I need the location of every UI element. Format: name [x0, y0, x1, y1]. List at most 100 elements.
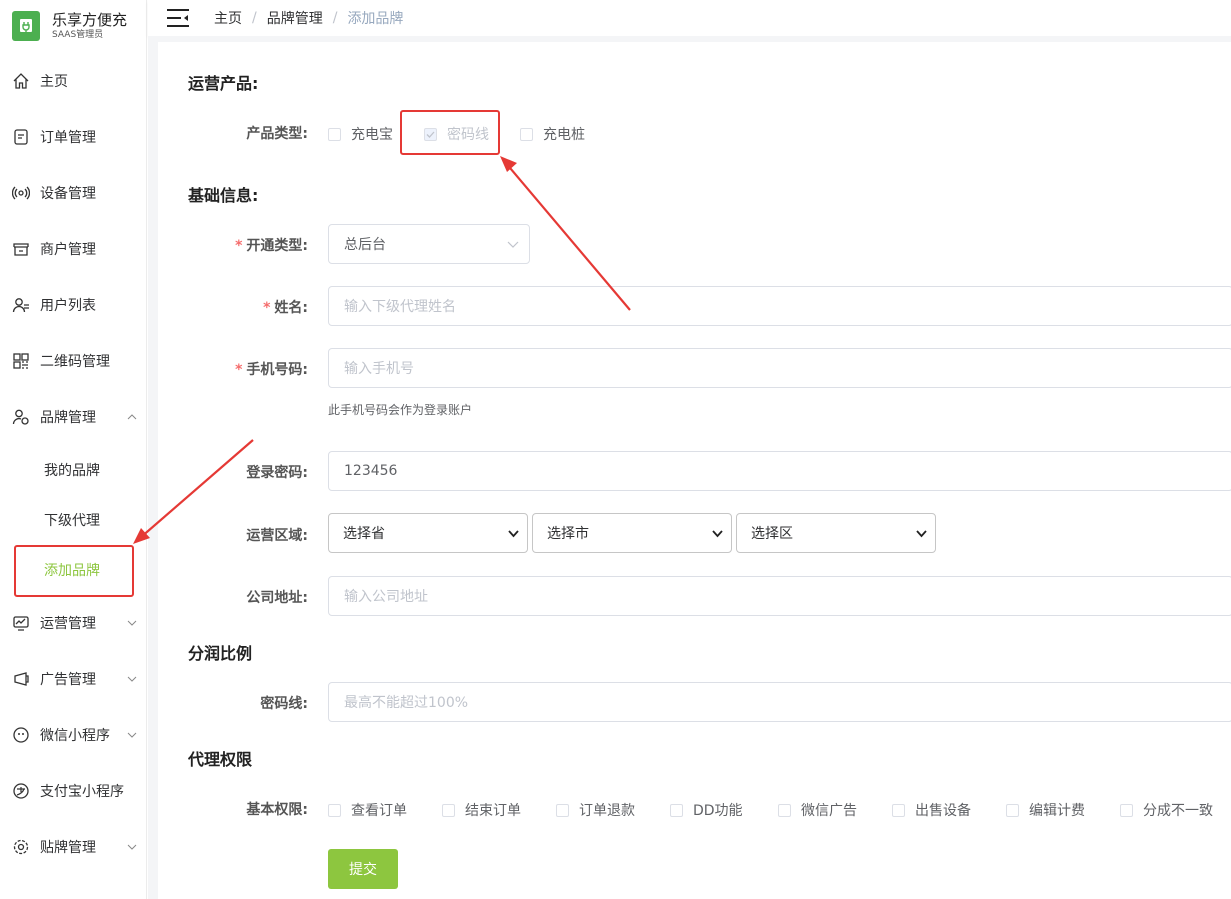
label-text: 手机号码:: [246, 362, 308, 378]
label-text: 姓名:: [274, 300, 308, 316]
sidebar-item-alipay[interactable]: 支付宝小程序: [0, 771, 147, 811]
section-share-title: 分润比例: [188, 644, 253, 663]
breadcrumb-current: 添加品牌: [347, 11, 404, 27]
required-mark: *: [235, 238, 243, 254]
sidebar-item-ads[interactable]: 广告管理: [0, 659, 147, 699]
city-select[interactable]: 选择市: [532, 513, 732, 553]
checkbox-box[interactable]: [442, 803, 455, 817]
phone-placeholder: 输入手机号: [344, 361, 414, 377]
checkbox-label: 微信广告: [801, 803, 857, 819]
checkbox-label: 查看订单: [351, 803, 407, 819]
breadcrumb: 主页 / 品牌管理 / 添加品牌: [214, 8, 403, 28]
select-value: 选择市: [547, 526, 589, 542]
logo-plug-icon: [12, 11, 40, 41]
sidebar-item-home[interactable]: 主页: [0, 61, 147, 101]
checkbox-perm-split-inconsistent[interactable]: 分成不一致: [1120, 800, 1213, 820]
sidebar-item-devices[interactable]: 设备管理: [0, 173, 147, 213]
user-icon: [12, 298, 29, 313]
checkbox-label: 编辑计费: [1029, 803, 1085, 819]
annotation-arrows: [133, 156, 631, 544]
home-icon: [13, 73, 29, 89]
top-header: 主页 / 品牌管理 / 添加品牌: [148, 0, 1231, 36]
sidebar-item-label: 微信小程序: [40, 728, 110, 744]
province-select[interactable]: 选择省: [328, 513, 528, 553]
sidebar-item-merchants[interactable]: 商户管理: [0, 229, 147, 269]
checkbox-perm-view-orders[interactable]: 查看订单: [328, 800, 407, 820]
open-type-select[interactable]: 总后台: [328, 224, 530, 264]
operation-icon: [13, 616, 29, 631]
address-input[interactable]: 输入公司地址: [328, 576, 1231, 616]
section-product-title: 运营产品:: [188, 74, 259, 93]
open-type-label: * 开通类型:: [235, 235, 308, 255]
sidebar-item-wechat[interactable]: 微信小程序: [0, 715, 147, 755]
checkbox-box[interactable]: [670, 803, 683, 817]
menu-toggle-icon[interactable]: [166, 8, 190, 28]
sidebar-item-qrcode[interactable]: 二维码管理: [0, 341, 147, 381]
sidebar-item-operation[interactable]: 运营管理: [0, 603, 147, 643]
checkbox-label: 结束订单: [465, 803, 521, 819]
section-basic-title: 基础信息:: [188, 186, 259, 205]
ad-icon: [14, 672, 29, 686]
device-icon: [12, 186, 30, 200]
sidebar-item-label: 运营管理: [40, 616, 96, 632]
section-permission-title: 代理权限: [188, 750, 253, 769]
sidebar-item-label: 设备管理: [40, 186, 96, 202]
checkbox-perm-refund[interactable]: 订单退款: [556, 800, 635, 820]
checkbox-box[interactable]: [1006, 803, 1019, 817]
checkbox-label: 充电桩: [543, 127, 585, 143]
submit-button[interactable]: 提交: [328, 849, 398, 889]
permission-label: 基本权限:: [246, 802, 308, 818]
annotation-box-password-cable: [400, 110, 500, 155]
sidebar-item-users[interactable]: 用户列表: [0, 285, 147, 325]
phone-input[interactable]: 输入手机号: [328, 348, 1231, 388]
chevron-down-icon: [127, 620, 137, 626]
password-input[interactable]: 123456: [328, 451, 1231, 491]
sidebar-subitem-my-brand[interactable]: 我的品牌: [0, 452, 147, 488]
address-label: 公司地址:: [246, 590, 308, 606]
checkbox-box[interactable]: [520, 127, 533, 141]
checkbox-perm-wechat-ad[interactable]: 微信广告: [778, 800, 857, 820]
name-input[interactable]: 输入下级代理姓名: [328, 286, 1231, 326]
breadcrumb-brand[interactable]: 品牌管理: [267, 8, 323, 28]
password-value: 123456: [344, 463, 398, 479]
checkbox-perm-dd[interactable]: DD功能: [670, 800, 743, 820]
brand-area: 乐享方便充 SAAS管理员: [0, 0, 146, 52]
sidebar-item-orders[interactable]: 订单管理: [0, 117, 147, 157]
checkbox-box[interactable]: [328, 127, 341, 141]
sidebar-item-label: 支付宝小程序: [40, 784, 124, 800]
sidebar-item-label: 用户列表: [40, 298, 96, 314]
sidebar-item-label: 二维码管理: [40, 354, 110, 370]
sidebar-item-label: 商户管理: [40, 242, 96, 258]
brand-name: 乐享方便充: [52, 11, 128, 29]
required-mark: *: [235, 362, 243, 378]
checkbox-perm-end-orders[interactable]: 结束订单: [442, 800, 521, 820]
chevron-down-icon: [127, 844, 137, 850]
sidebar-item-oem[interactable]: 贴牌管理: [0, 827, 147, 867]
sidebar-item-label: 贴牌管理: [40, 840, 96, 856]
breadcrumb-home[interactable]: 主页: [214, 8, 242, 28]
checkbox-charging-pile[interactable]: 充电桩: [520, 124, 585, 144]
checkbox-box[interactable]: [1120, 803, 1133, 817]
gear-icon: [13, 839, 29, 855]
phone-hint: 此手机号码会作为登录账户: [328, 403, 473, 417]
checkbox-label: 订单退款: [579, 803, 635, 819]
brand-icon: [12, 409, 29, 425]
checkbox-perm-sell-device[interactable]: 出售设备: [892, 800, 971, 820]
checkbox-box[interactable]: [778, 803, 791, 817]
checkbox-powerbank[interactable]: 充电宝: [328, 124, 393, 144]
header-gutter: [148, 36, 1231, 42]
sidebar-subitem-sub-agent[interactable]: 下级代理: [0, 502, 147, 538]
qrcode-icon: [13, 353, 29, 369]
alipay-icon: [13, 783, 29, 799]
checkbox-box[interactable]: [556, 803, 569, 817]
checkbox-box[interactable]: [328, 803, 341, 817]
checkbox-box[interactable]: [892, 803, 905, 817]
district-select[interactable]: 选择区: [736, 513, 936, 553]
annotation-box-add-brand: [14, 545, 134, 597]
sidebar-item-brand[interactable]: 品牌管理: [0, 397, 147, 437]
checkbox-perm-edit-billing[interactable]: 编辑计费: [1006, 800, 1085, 820]
share-input[interactable]: 最高不能超过100%: [328, 682, 1231, 722]
wechat-icon: [13, 727, 29, 743]
chevron-down-icon: [712, 529, 723, 537]
select-value: 总后台: [344, 237, 386, 253]
